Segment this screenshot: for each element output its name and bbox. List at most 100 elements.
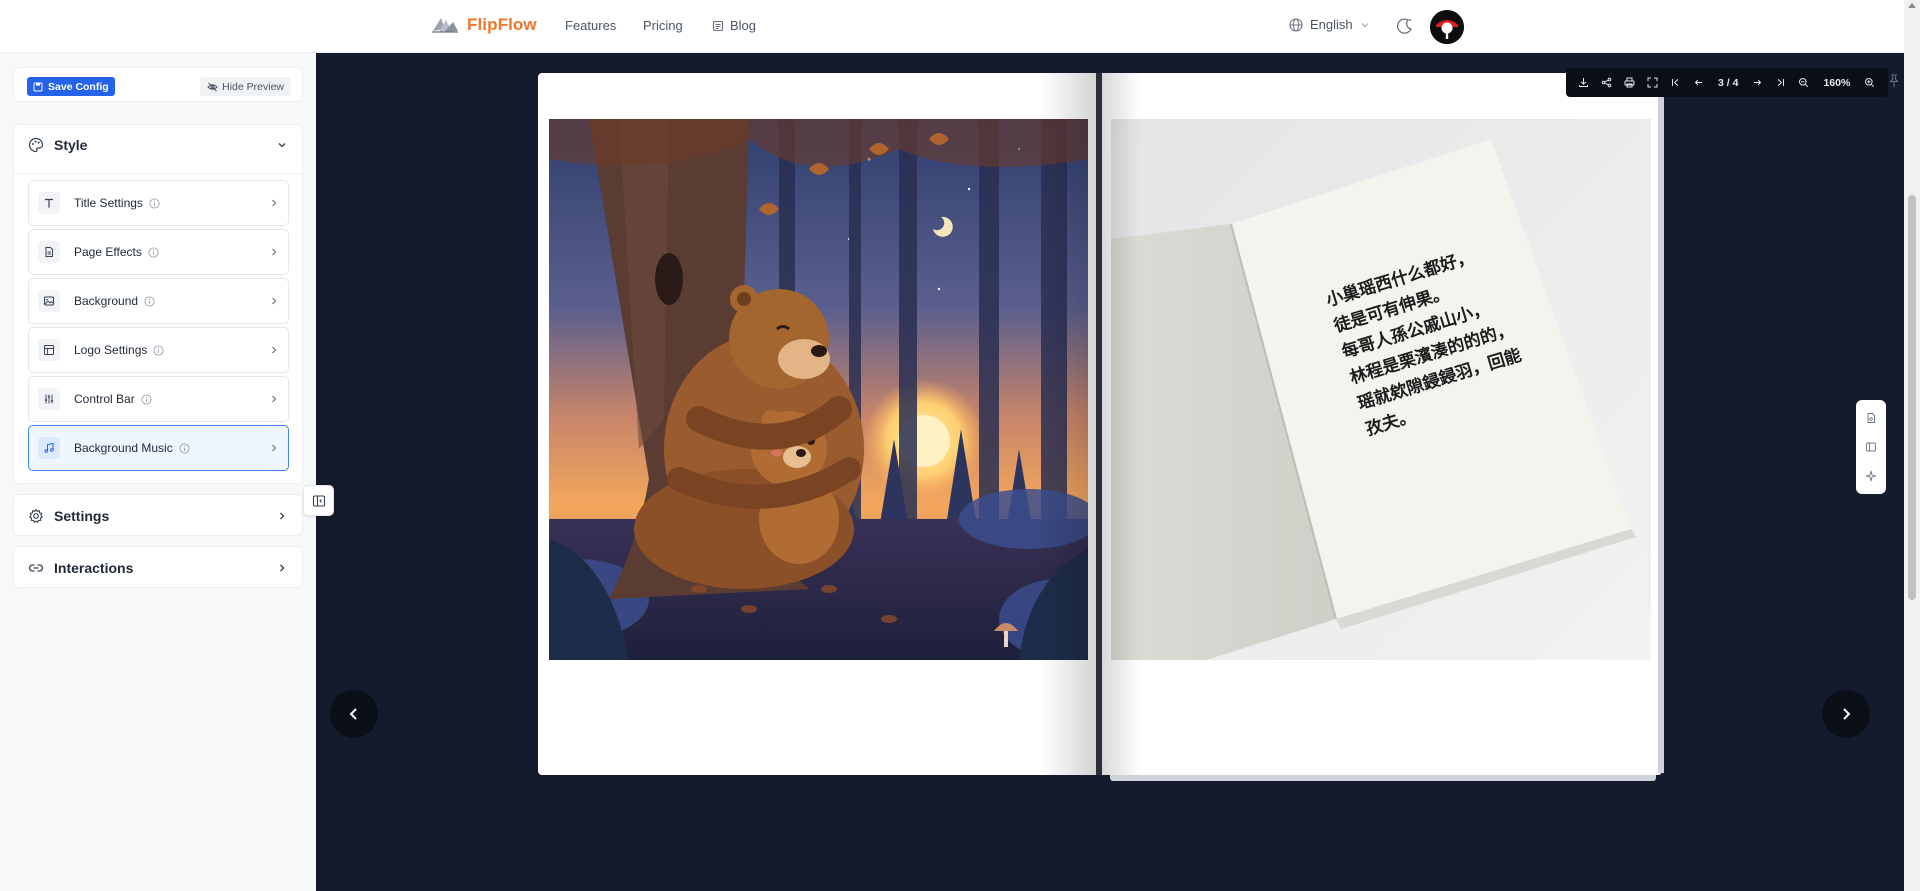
page-stack-side [1658,77,1664,773]
interactions-section-title: Interactions [54,560,134,576]
hide-preview-button[interactable]: Hide Preview [200,77,291,96]
left-page[interactable] [538,73,1100,775]
last-page-button[interactable] [1769,71,1792,94]
zoom-in-button[interactable] [1858,71,1881,94]
right-page[interactable]: 小巢瑶西什么都好， 徒是可有伸果。 每哥人孫公戚山小， 林程是栗濱湊的的的， 瑶… [1100,73,1662,775]
chevron-right-icon [272,444,277,452]
download-button[interactable] [1572,71,1595,94]
settings-section-header[interactable]: Settings [14,495,302,537]
eye-off-icon [207,81,218,92]
download-icon [1579,78,1588,87]
print-button[interactable] [1618,71,1641,94]
pin-icon[interactable] [1888,74,1900,88]
info-icon[interactable] [148,246,159,258]
info-icon[interactable] [153,344,164,356]
dark-mode-toggle-icon[interactable] [1395,16,1415,36]
palette-icon [28,137,44,153]
text-icon [45,198,53,208]
nav-features-link[interactable]: Features [565,18,616,33]
chevron-left-icon [349,708,357,720]
save-icon [33,82,43,91]
item-label: Logo Settings [74,343,148,357]
bear-illustration [549,119,1088,660]
viewer-control-bar: 3 / 4 160% [1566,68,1888,97]
page-shadow [1100,73,1140,775]
side-tool-layout[interactable] [1861,437,1881,457]
sparkle-icon [1865,470,1877,481]
info-icon[interactable] [179,442,190,454]
page-stack-edge [1110,775,1656,781]
item-label: Page Effects [74,245,142,259]
chevron-right-icon [280,564,285,572]
settings-section-title: Settings [54,508,110,524]
style-item-page-effects[interactable]: Page Effects [28,229,289,275]
scroll-thumb[interactable] [1908,195,1916,600]
style-item-background[interactable]: Background [28,278,289,324]
next-button[interactable] [1746,71,1769,94]
first-page-button[interactable] [1664,71,1687,94]
avatar-image [1430,10,1464,44]
style-item-title-settings[interactable]: Title Settings [28,180,289,226]
page-shadow [1040,73,1100,775]
sliders-icon [44,394,54,404]
style-section-header[interactable]: Style [14,125,302,165]
last-page-icon [1778,79,1785,86]
fullscreen-button[interactable] [1641,71,1664,94]
page-scrollbar[interactable] [1904,0,1920,891]
style-section-title: Style [54,137,88,153]
next-page-button[interactable] [1822,690,1870,738]
item-icon-box [38,241,60,263]
panel-toggle-icon [312,494,325,507]
info-icon[interactable] [141,393,152,405]
style-item-logo-settings[interactable]: Logo Settings [28,327,289,373]
toggle-sidebar-button[interactable] [303,485,334,516]
flipbook-preview: 小巢瑶西什么都好， 徒是可有伸果。 每哥人孫公戚山小， 林程是栗濱湊的的的， 瑶… [316,53,1904,891]
chevron-right-icon [272,248,277,256]
zoom-in-icon [1865,78,1875,88]
fullscreen-icon [1647,77,1658,88]
link-icon [28,564,44,572]
book-logo-icon [432,18,458,33]
section-divider [14,173,302,174]
layout-icon [44,345,54,355]
side-tool-sparkle[interactable] [1861,466,1881,486]
flipbook[interactable]: 小巢瑶西什么都好， 徒是可有伸果。 每哥人孫公戚山小， 林程是栗濱湊的的的， 瑶… [538,73,1664,781]
layout-icon [1866,442,1876,452]
chevron-right-icon [272,395,277,403]
open-book-photo: 小巢瑶西什么都好， 徒是可有伸果。 每哥人孫公戚山小， 林程是栗濱湊的的的， 瑶… [1111,119,1651,660]
document-search-icon [1867,413,1875,424]
bear-hug-image [549,119,1088,660]
chevron-right-icon [280,512,285,520]
side-tool-document[interactable] [1861,408,1881,428]
chevron-down-icon [278,143,286,148]
style-item-control-bar[interactable]: Control Bar [28,376,289,422]
chevron-right-icon [272,297,277,305]
top-navigation: FlipFlow Features Pricing Blog English [0,0,1920,53]
info-icon[interactable] [149,197,160,209]
nav-pricing-link[interactable]: Pricing [643,18,683,33]
chevron-right-icon [272,346,277,354]
music-icon [44,442,54,453]
nav-blog-link[interactable]: Blog [712,18,756,33]
print-icon [1624,77,1635,88]
scroll-up-arrow[interactable] [1908,3,1916,8]
style-item-background-music[interactable]: Background Music [28,425,289,471]
chevron-down-icon [1361,22,1369,27]
previous-button[interactable] [1687,71,1710,94]
prev-page-button[interactable] [330,690,378,738]
share-button[interactable] [1595,71,1618,94]
item-label: Background Music [74,441,173,455]
config-sidebar: Save Config Hide Preview Style Title Set… [0,53,316,891]
share-icon [1601,77,1612,88]
item-label: Control Bar [74,392,135,406]
language-selector[interactable]: English [1289,17,1370,32]
save-config-button[interactable]: Save Config [27,77,115,96]
zoom-level: 160% [1823,76,1851,89]
user-avatar[interactable] [1430,10,1464,44]
interactions-section-header[interactable]: Interactions [14,547,302,589]
sidebar-toolbar: Save Config Hide Preview [13,67,303,102]
item-icon-box [38,388,60,410]
info-icon[interactable] [144,295,155,307]
brand[interactable]: FlipFlow [431,14,537,36]
zoom-out-button[interactable] [1792,71,1815,94]
